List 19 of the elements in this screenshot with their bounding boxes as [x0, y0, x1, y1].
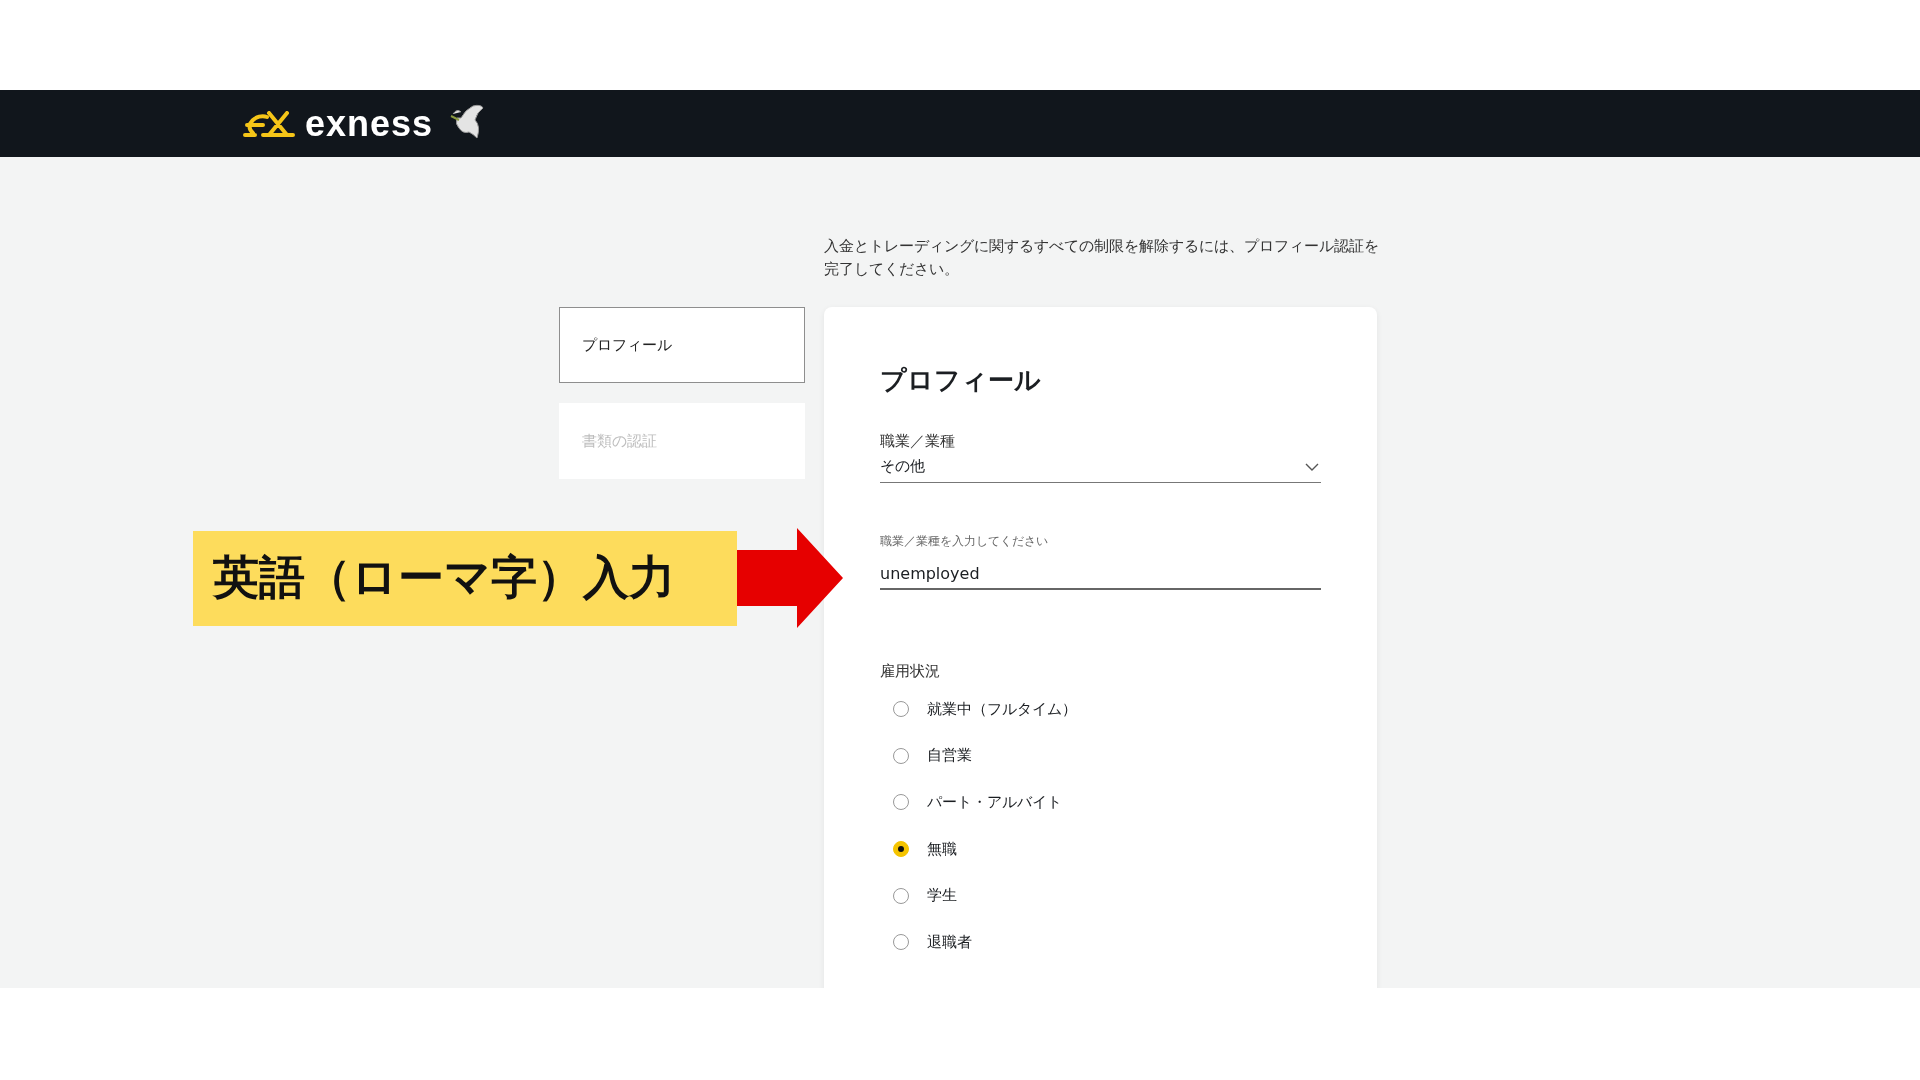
- option-label[interactable]: 自営業: [927, 746, 972, 766]
- brand-name: exness: [305, 102, 434, 145]
- option-label[interactable]: 就業中（フルタイム）: [927, 699, 1077, 719]
- occupation-select[interactable]: その他: [880, 451, 1321, 483]
- card-title: プロフィール: [880, 364, 1042, 397]
- option-label[interactable]: 無職: [927, 839, 957, 859]
- radio-button[interactable]: [893, 841, 909, 858]
- option-label[interactable]: 退職者: [927, 932, 972, 952]
- occupation-input-field[interactable]: 職業／業種を入力してください unemployed: [880, 533, 1321, 590]
- chevron-down-icon: [1305, 462, 1319, 471]
- arrow-icon: [737, 528, 843, 628]
- annotation-label: 英語（ローマ字）入力: [193, 530, 737, 626]
- field-label: 職業／業種: [880, 432, 956, 451]
- option-label[interactable]: パート・アルバイト: [927, 793, 1062, 812]
- field-label: 雇用状況: [880, 662, 941, 681]
- step-tab[interactable]: プロフィール: [559, 307, 805, 383]
- intro-text: 入金とトレーディングに関するすべての制限を解除するには、プロフィール認証を完了してください。: [824, 236, 1380, 280]
- logo-icon: [243, 110, 297, 137]
- option-label[interactable]: 学生: [927, 886, 957, 906]
